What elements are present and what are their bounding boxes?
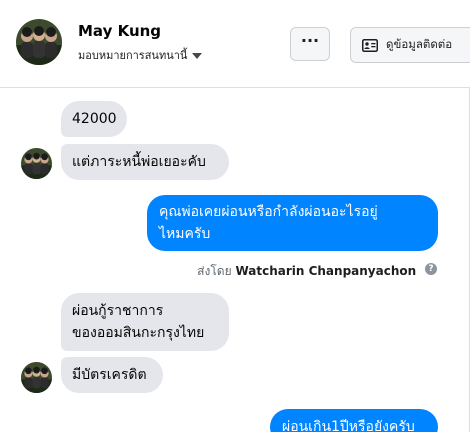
message-text-line: ไหมครับ <box>159 226 211 242</box>
view-contact-info-label: ดูข้อมูลติดต่อ <box>386 37 453 51</box>
contact-card-icon <box>362 38 378 52</box>
message-text: 42000 <box>72 111 117 127</box>
contact-avatar[interactable] <box>16 19 62 65</box>
more-options-button[interactable]: ··· <box>290 27 330 61</box>
assign-conversation-dropdown[interactable]: มอบหมายการสนทนานี้ <box>78 46 203 64</box>
message-text-line: ของออมสินกะกรุงไทย <box>72 325 205 341</box>
messenger-conversation: May Kung มอบหมายการสนทนานี้ ··· ดูข้อมูล… <box>0 0 470 432</box>
message-text: ผ่อนเกิน1ปีหรือยังครับ <box>282 419 415 432</box>
avatar-photo-icon <box>16 19 62 65</box>
message-bubble-incoming[interactable]: ผ่อนกู้ราชาการ ของออมสินกะกรุงไทย <box>61 293 229 351</box>
help-icon[interactable]: ? <box>425 263 437 275</box>
message-text-line: คุณพ่อเคยผ่อนหรือกำลังผ่อนอะไรอยู่ <box>159 204 378 220</box>
avatar-photo-icon <box>21 148 52 179</box>
assign-label: มอบหมายการสนทนานี้ <box>78 49 188 62</box>
caret-down-icon <box>192 53 203 59</box>
message-thread[interactable]: 42000 แต่ภาระหนี้พ่อเยอะคับ คุณพ่อเคยผ่อ… <box>0 88 470 432</box>
sent-by-name[interactable]: Watcharin Chanpanyachon <box>235 264 416 278</box>
message-text: มีบัตรเครดิต <box>72 367 147 383</box>
message-text: แต่ภาระหนี้พ่อเยอะคับ <box>72 154 206 170</box>
view-contact-info-button[interactable]: ดูข้อมูลติดต่อ <box>350 27 470 63</box>
message-text-line: ผ่อนกู้ราชาการ <box>72 303 164 319</box>
contact-avatar-small[interactable] <box>21 148 52 179</box>
conversation-header: May Kung มอบหมายการสนทนานี้ ··· ดูข้อมูล… <box>0 0 470 88</box>
sent-by-line: ส่งโดย Watcharin Chanpanyachon <box>197 262 436 281</box>
contact-avatar-small[interactable] <box>21 362 52 393</box>
message-bubble-outgoing[interactable]: คุณพ่อเคยผ่อนหรือกำลังผ่อนอะไรอยู่ ไหมคร… <box>147 195 438 251</box>
more-dots-icon: ··· <box>300 31 320 50</box>
message-bubble-incoming[interactable]: 42000 <box>61 101 127 137</box>
message-bubble-incoming[interactable]: มีบัตรเครดิต <box>61 357 163 393</box>
message-bubble-outgoing[interactable]: ผ่อนเกิน1ปีหรือยังครับ <box>270 409 438 432</box>
message-bubble-incoming[interactable]: แต่ภาระหนี้พ่อเยอะคับ <box>61 144 229 180</box>
contact-name[interactable]: May Kung <box>78 22 161 40</box>
avatar-photo-icon <box>21 362 52 393</box>
sent-by-prefix: ส่งโดย <box>197 264 232 278</box>
